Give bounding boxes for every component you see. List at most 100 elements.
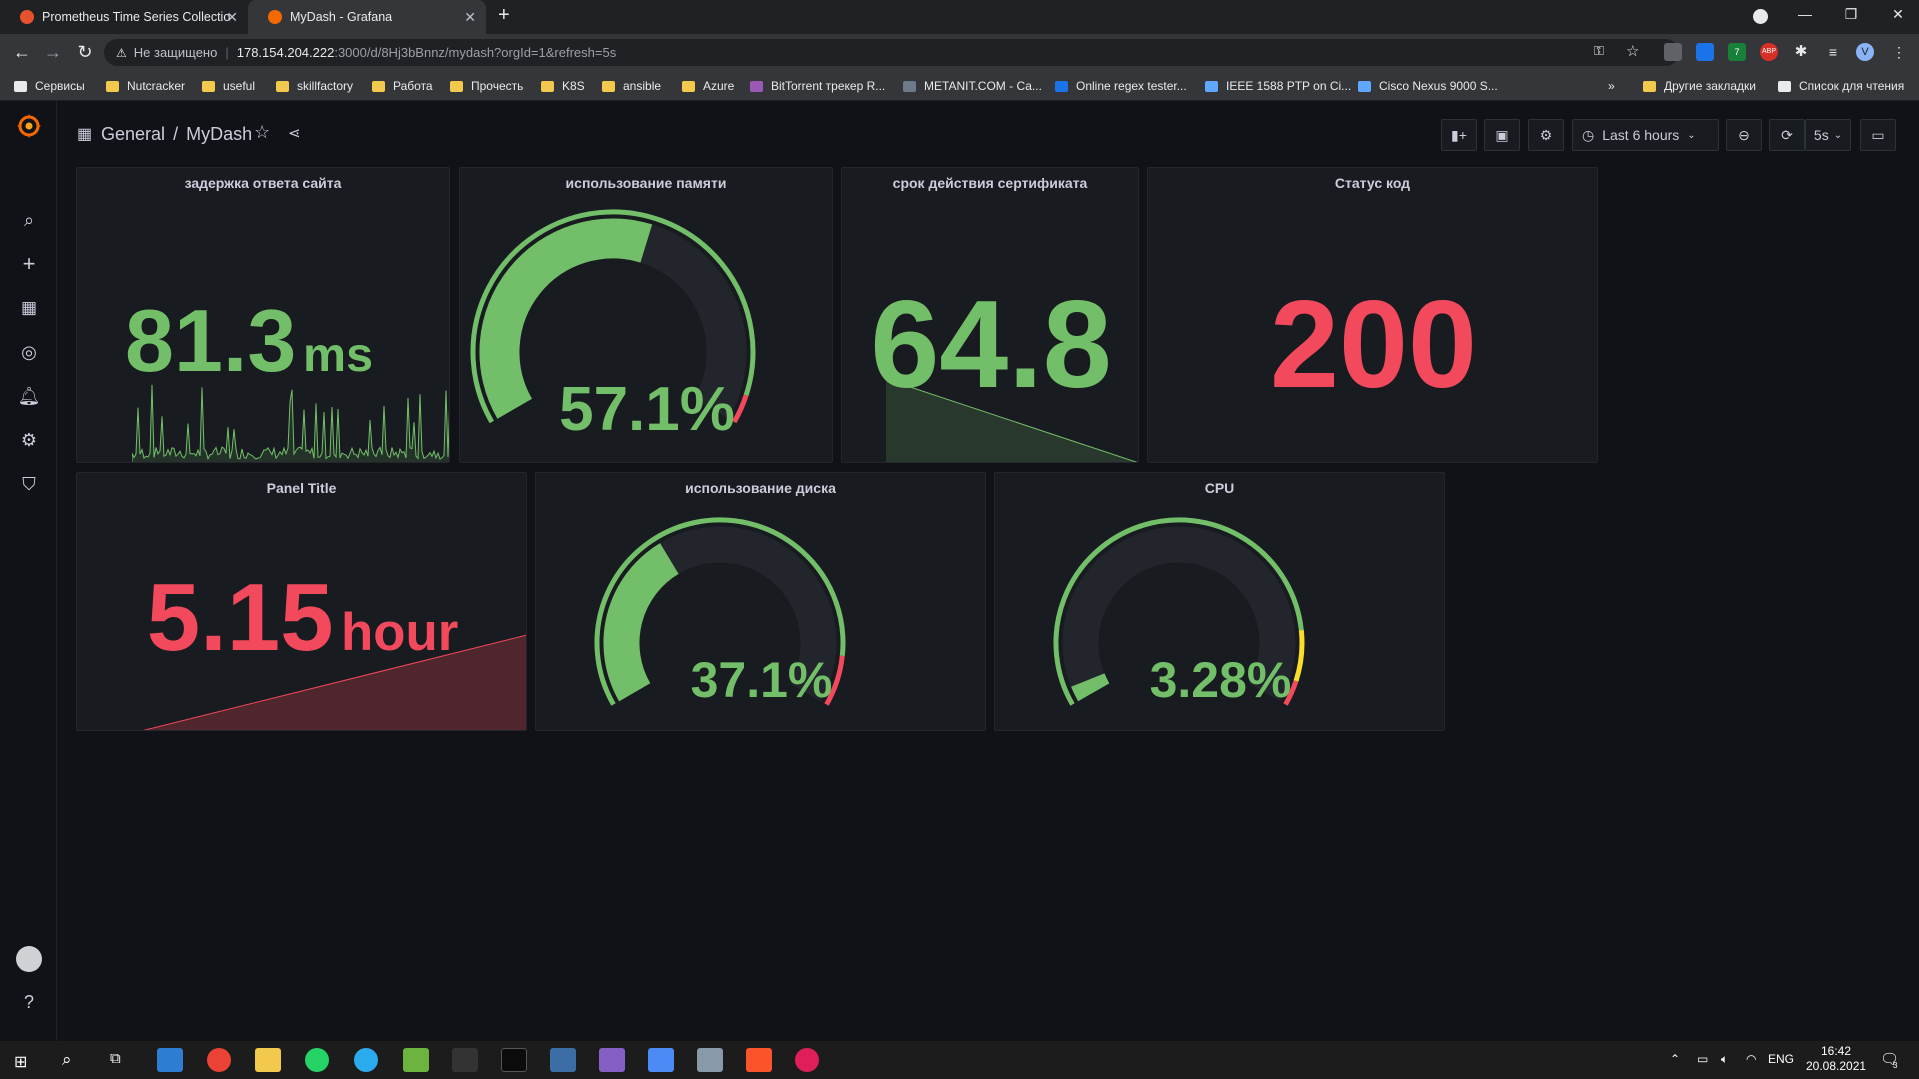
bookmark-item[interactable]: BitTorrent трекер R... <box>750 77 885 95</box>
profile-avatar[interactable]: V <box>1856 43 1874 61</box>
dashboard-title[interactable]: MyDash <box>186 124 252 144</box>
tab-grafana[interactable]: MyDash - Grafana ✕ <box>248 0 486 34</box>
bookmark-item[interactable]: Online regex tester... <box>1055 77 1187 95</box>
other-bookmarks-folder[interactable]: Другие закладки <box>1643 77 1756 95</box>
windows-start-icon[interactable]: ⊞ <box>14 1052 27 1072</box>
dashboards-icon[interactable]: ▦ <box>17 296 41 320</box>
explore-icon[interactable]: ◎ <box>17 340 41 364</box>
extension-icon[interactable] <box>1664 43 1682 61</box>
warning-icon[interactable]: ⚠ <box>116 46 127 60</box>
configuration-gear-icon[interactable]: ⚙ <box>17 428 41 452</box>
panel-cpu[interactable]: CPU 3.28% <box>994 472 1445 731</box>
bookmark-item[interactable]: skillfactory <box>276 77 353 95</box>
minimize-button[interactable]: — <box>1785 6 1825 22</box>
panel-latency[interactable]: задержка ответа сайта 81.3 ms <box>76 167 450 463</box>
bookmark-item[interactable]: Работа <box>372 77 433 95</box>
back-icon[interactable]: ← <box>10 40 34 64</box>
panel-title[interactable]: задержка ответа сайта <box>77 175 449 191</box>
create-icon[interactable]: + <box>17 252 41 276</box>
bookmark-item[interactable]: Сервисы <box>14 77 85 95</box>
bookmark-item[interactable]: IEEE 1588 PTP on Ci... <box>1205 77 1351 95</box>
bookmark-item[interactable]: Nutcracker <box>106 77 185 95</box>
alerting-bell-icon[interactable]: 🔔︎ <box>17 384 41 408</box>
file-explorer-icon[interactable] <box>255 1048 281 1072</box>
wifi-icon[interactable]: ◠ <box>1746 1052 1756 1066</box>
panel-title[interactable]: Статус код <box>1148 175 1597 191</box>
adblock-icon[interactable]: ABP <box>1760 43 1778 61</box>
prometheus-icon <box>20 10 34 24</box>
reload-icon[interactable]: ↻ <box>73 40 97 64</box>
zoom-out-button[interactable]: ⊖ <box>1726 119 1762 151</box>
reading-list-icon <box>1778 80 1791 92</box>
brave-icon[interactable] <box>746 1048 772 1072</box>
save-dashboard-button[interactable]: ▣ <box>1484 119 1520 151</box>
bookmark-item[interactable]: ansible <box>602 77 661 95</box>
tray-chevron-icon[interactable]: ⌃ <box>1670 1052 1680 1066</box>
reading-list-icon[interactable]: ≡ <box>1824 43 1842 61</box>
volume-icon[interactable]: 🔈︎ <box>1721 1052 1728 1067</box>
grafana-logo-icon[interactable] <box>16 113 42 139</box>
refresh-interval-picker[interactable]: 5s ⌄ <box>1805 119 1851 151</box>
add-panel-button[interactable]: ▮+ <box>1441 119 1477 151</box>
media-icon[interactable] <box>648 1048 674 1072</box>
extension-badge-icon[interactable]: 7 <box>1728 43 1746 61</box>
time-picker-button[interactable]: ◷ Last 6 hours ⌄ <box>1572 119 1719 151</box>
panel-status[interactable]: Статус код 200 <box>1147 167 1598 463</box>
forward-icon[interactable]: → <box>41 40 65 64</box>
bookmark-star-icon[interactable]: ☆ <box>1626 42 1639 60</box>
panel-disk[interactable]: использование диска 37.1% <box>535 472 986 731</box>
puzzle-icon[interactable]: ✱ <box>1792 43 1810 61</box>
breadcrumb-separator: / <box>173 124 179 144</box>
restore-button[interactable]: ❐ <box>1831 6 1871 23</box>
remote-desktop-icon[interactable] <box>697 1048 723 1072</box>
search-icon[interactable]: ⌕ <box>17 208 41 232</box>
help-icon[interactable]: ? <box>17 990 41 1014</box>
telegram-icon[interactable] <box>354 1048 378 1072</box>
taskbar-app-icon[interactable] <box>157 1048 183 1072</box>
security-label[interactable]: Не защищено <box>134 45 218 60</box>
notepad-icon[interactable] <box>403 1048 429 1072</box>
chrome-icon[interactable] <box>207 1048 231 1072</box>
menu-dots-icon[interactable]: ⋮ <box>1890 43 1908 61</box>
bookmark-item[interactable]: K8S <box>541 77 585 95</box>
battery-icon[interactable]: ▭ <box>1697 1052 1708 1066</box>
breadcrumb-folder[interactable]: General <box>101 124 165 144</box>
bookmark-item[interactable]: Azure <box>682 77 734 95</box>
rider-icon[interactable] <box>452 1048 478 1072</box>
bookmark-item[interactable]: METANIT.COM - Са... <box>903 77 1042 95</box>
search-icon[interactable]: ⌕ <box>62 1050 72 1070</box>
dashboard-settings-button[interactable]: ⚙ <box>1528 119 1564 151</box>
whatsapp-icon[interactable] <box>305 1048 329 1072</box>
panel-panel-title[interactable]: Panel Title 5.15 hour <box>76 472 527 731</box>
address-bar[interactable]: ⚠ Не защищено | 178.154.204.222 :3000/d/… <box>104 39 1679 66</box>
terminal-icon[interactable] <box>501 1048 527 1072</box>
bookmark-item[interactable]: Cisco Nexus 9000 S... <box>1358 77 1498 95</box>
tab-prometheus[interactable]: Prometheus Time Series Collectio ✕ <box>0 0 248 34</box>
network-tool-icon[interactable] <box>550 1048 576 1072</box>
new-tab-button[interactable]: + <box>498 4 510 27</box>
browser-tab-strip: Prometheus Time Series Collectio ✕ MyDas… <box>0 0 1919 34</box>
close-window-button[interactable]: ✕ <box>1878 6 1918 23</box>
server-admin-shield-icon[interactable]: ⛉ <box>17 472 41 496</box>
bookmarks-overflow-chevron[interactable]: » <box>1608 77 1615 95</box>
extension-diamond-icon[interactable] <box>1696 43 1714 61</box>
key-icon[interactable]: ⚿ <box>1594 43 1604 59</box>
user-avatar[interactable] <box>16 946 42 972</box>
bookmark-item[interactable]: useful <box>202 77 255 95</box>
panel-memory[interactable]: использование памяти 57.1% <box>459 167 833 463</box>
reading-list-button[interactable]: Список для чтения <box>1778 77 1904 95</box>
refresh-button[interactable]: ⟳ <box>1769 119 1805 151</box>
close-tab-icon[interactable]: ✕ <box>226 9 238 26</box>
panel-cert[interactable]: срок действия сертификата 64.8 <box>841 167 1139 463</box>
clock[interactable]: 16:42 20.08.2021 <box>1806 1044 1866 1074</box>
visual-studio-icon[interactable] <box>599 1048 625 1072</box>
cycle-view-mode-button[interactable]: ▭ <box>1860 119 1896 151</box>
close-tab-icon[interactable]: ✕ <box>464 9 476 26</box>
slack-icon[interactable] <box>795 1048 819 1072</box>
star-icon[interactable]: ☆ <box>254 122 270 143</box>
bookmark-item[interactable]: Прочесть <box>450 77 523 95</box>
share-icon[interactable]: ⋖ <box>288 124 301 142</box>
language-indicator[interactable]: ENG <box>1768 1052 1794 1066</box>
task-view-icon[interactable]: ⧉ <box>110 1050 121 1067</box>
tab-search-icon[interactable] <box>1753 9 1768 24</box>
